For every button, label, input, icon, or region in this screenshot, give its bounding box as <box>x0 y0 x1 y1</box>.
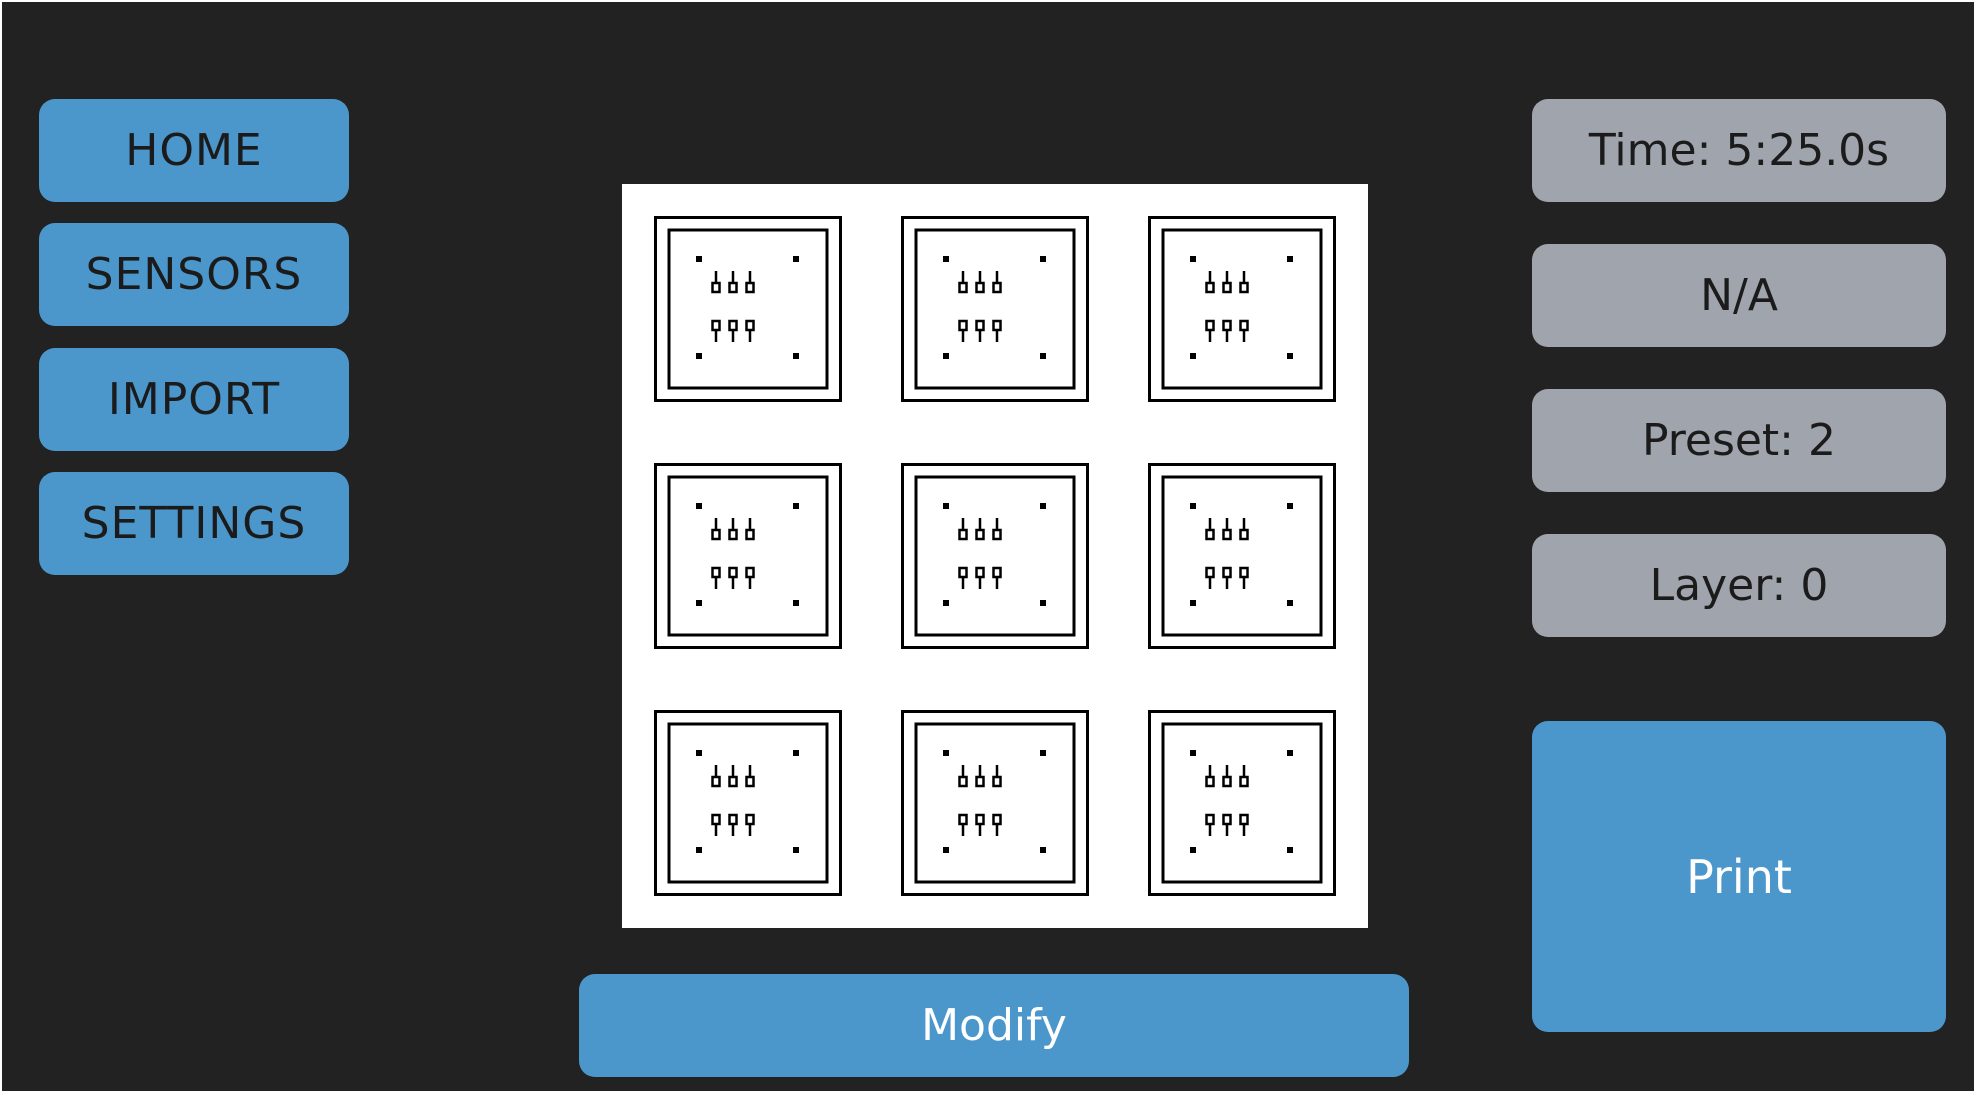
time-display: Time: 5:25.0s <box>1532 99 1946 202</box>
import-button[interactable]: IMPORT <box>39 348 349 451</box>
layer-display: Layer: 0 <box>1532 534 1946 637</box>
preset-display: Preset: 2 <box>1532 389 1946 492</box>
component-footprint-icon <box>654 710 842 896</box>
app-screen: HOME SENSORS IMPORT SETTINGS Modify Time… <box>2 2 1974 1091</box>
print-button[interactable]: Print <box>1532 721 1946 1032</box>
file-display: N/A <box>1532 244 1946 347</box>
print-preview <box>622 184 1368 928</box>
component-footprint-icon <box>1148 216 1336 402</box>
sensors-button[interactable]: SENSORS <box>39 223 349 326</box>
component-footprint-icon <box>654 216 842 402</box>
modify-button[interactable]: Modify <box>579 974 1409 1077</box>
component-footprint-icon <box>901 710 1089 896</box>
settings-button[interactable]: SETTINGS <box>39 472 349 575</box>
component-footprint-icon <box>1148 710 1336 896</box>
component-footprint-icon <box>901 463 1089 649</box>
home-button[interactable]: HOME <box>39 99 349 202</box>
component-footprint-icon <box>654 463 842 649</box>
component-footprint-icon <box>901 216 1089 402</box>
component-footprint-icon <box>1148 463 1336 649</box>
